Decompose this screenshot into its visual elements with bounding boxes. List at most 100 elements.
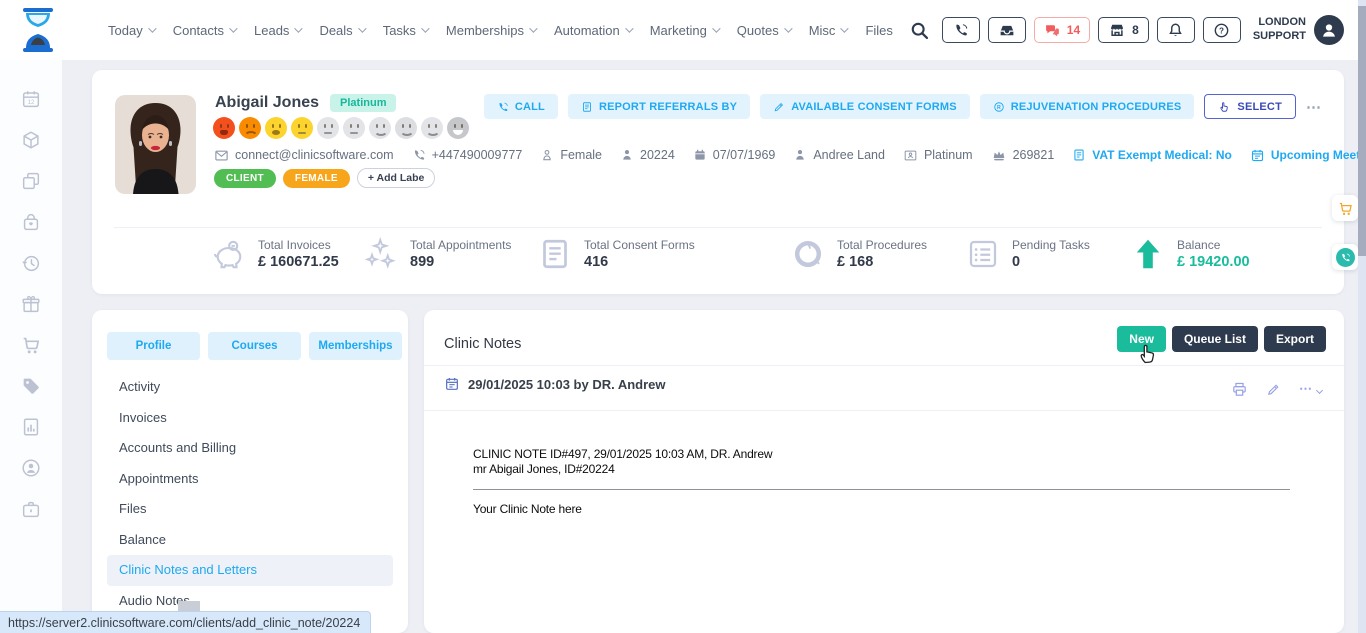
mail-icon (214, 148, 229, 163)
mood-face-icon[interactable] (317, 117, 339, 139)
mood-face-icon[interactable] (421, 117, 443, 139)
nav-item[interactable]: Tasks (383, 23, 427, 38)
registered-icon (993, 101, 1005, 113)
phone-icon (412, 148, 426, 162)
nav-item[interactable]: Memberships (446, 23, 535, 38)
clinicsoftware-logo-icon[interactable] (18, 7, 58, 53)
help-button[interactable] (1203, 17, 1241, 43)
notifications-button[interactable] (1157, 17, 1195, 43)
mood-face-icon[interactable] (213, 117, 235, 139)
cart-icon[interactable] (20, 334, 42, 356)
note-meta-line1: CLINIC NOTE ID#497, 29/01/2025 10:03 AM,… (473, 447, 1290, 462)
nav-item[interactable]: Marketing (650, 23, 718, 38)
nav-item-label: Today (108, 23, 143, 38)
dialer-button[interactable] (942, 17, 980, 43)
nav-item-label: Automation (554, 23, 620, 38)
mood-face-icon[interactable] (343, 117, 365, 139)
nav-item[interactable]: Leads (254, 23, 300, 38)
search-icon[interactable] (909, 20, 930, 41)
mood-face-icon[interactable] (239, 117, 261, 139)
printer-icon[interactable] (1231, 381, 1248, 398)
note-header[interactable]: 29/01/2025 10:03 by DR. Andrew (444, 376, 666, 392)
copy-icon[interactable] (20, 170, 42, 192)
inbox-button[interactable] (988, 17, 1026, 43)
queue-list-button[interactable]: Queue List (1172, 326, 1258, 352)
note-header-label: 29/01/2025 10:03 by DR. Andrew (468, 377, 666, 392)
vat-exempt-link[interactable]: VAT Exempt Medical: No (1072, 148, 1232, 162)
mood-face-icon[interactable] (447, 117, 469, 139)
nav-item[interactable]: Automation (554, 23, 631, 38)
sidebar-tab[interactable]: Memberships (309, 332, 402, 360)
select-button[interactable]: SELECT (1204, 94, 1296, 119)
mood-face-icon[interactable] (291, 117, 313, 139)
vertical-scrollbar[interactable] (1358, 0, 1366, 633)
chat-button[interactable]: 14 (1034, 17, 1090, 43)
nav-item-label: Leads (254, 23, 289, 38)
new-note-button[interactable]: New (1117, 326, 1166, 352)
sidebar-menu-item[interactable]: Appointments (107, 464, 393, 495)
sidebar-menu-item[interactable]: Accounts and Billing (107, 433, 393, 464)
store-button[interactable]: 8 (1098, 17, 1149, 43)
report-referrals-button[interactable]: REPORT REFERRALS BY (568, 94, 750, 119)
calendar-icon (1250, 148, 1265, 163)
mood-face-icon[interactable] (369, 117, 391, 139)
nav-item[interactable]: Quotes (737, 23, 790, 38)
nav-item[interactable]: Deals (319, 23, 363, 38)
shopping-bag-icon[interactable] (20, 211, 42, 233)
nav-item[interactable]: Contacts (173, 23, 235, 38)
sidebar-menu-item[interactable]: Invoices (107, 403, 393, 434)
consent-forms-button[interactable]: AVAILABLE CONSENT FORMS (760, 94, 970, 119)
calendar-icon[interactable] (20, 88, 42, 110)
gift-icon[interactable] (20, 293, 42, 315)
patient-details-row: connect@clinicsoftware.com +447490009777… (214, 147, 1366, 163)
mood-face-icon[interactable] (395, 117, 417, 139)
section-title: Clinic Notes (444, 336, 521, 352)
user-clock-icon[interactable] (20, 457, 42, 479)
report-icon[interactable] (20, 416, 42, 438)
sidebar-menu-item[interactable]: Files (107, 494, 393, 525)
note-meta-line2: mr Abigail Jones, ID#20224 (473, 462, 1290, 477)
email-field[interactable]: connect@clinicsoftware.com (214, 148, 394, 163)
more-options-button[interactable]: ⋯ (1306, 98, 1322, 116)
history-icon[interactable] (20, 252, 42, 274)
tag-icon[interactable] (20, 375, 42, 397)
main-nav: Today Contacts Leads Deals (108, 23, 893, 38)
sidebar-menu-item[interactable]: Activity (107, 372, 393, 403)
nav-item[interactable]: Today (108, 23, 154, 38)
quick-cart-button[interactable] (1332, 195, 1358, 221)
profile-actions: CALL REPORT REFERRALS BY AVAILABLE CONSE… (484, 94, 1322, 119)
add-label-button[interactable]: + Add Labe (357, 168, 436, 188)
phone-icon (953, 22, 969, 38)
avatar-icon (1319, 20, 1339, 40)
person-icon (793, 148, 807, 162)
store-count-badge: 8 (1132, 23, 1139, 37)
scrollbar-thumb[interactable] (1358, 6, 1366, 256)
patient-photo (115, 95, 196, 194)
note-more-button[interactable]: ⋯ (1299, 380, 1322, 398)
document-icon (537, 236, 573, 272)
tags-row: CLIENT FEMALE + Add Labe (214, 168, 435, 188)
call-button[interactable]: CALL (484, 94, 558, 119)
quick-call-button[interactable] (1332, 244, 1358, 270)
briefcase-icon[interactable] (20, 498, 42, 520)
upcoming-meetings-link[interactable]: Upcoming Meetings (1250, 148, 1366, 163)
sidebar-menu-item[interactable]: Balance (107, 525, 393, 556)
export-button[interactable]: Export (1264, 326, 1326, 352)
phone-field[interactable]: +447490009777 (412, 148, 523, 162)
user-avatar[interactable] (1314, 15, 1344, 45)
sidebar-tab[interactable]: Profile (107, 332, 200, 360)
chevron-down-icon (229, 24, 237, 32)
sidebar-tab[interactable]: Courses (208, 332, 301, 360)
mood-face-icon[interactable] (265, 117, 287, 139)
nav-item[interactable]: Misc (809, 23, 847, 38)
sidebar-menu-item[interactable]: Clinic Notes and Letters (107, 555, 393, 586)
phone-icon (1340, 252, 1351, 263)
pencil-icon[interactable] (1266, 382, 1281, 397)
clinic-notes-card: Clinic Notes New Queue List Export 29/01… (424, 310, 1344, 633)
profile-sidebar-card: Profile Courses Memberships Activity Invoi… (92, 310, 408, 633)
phone-icon (497, 101, 509, 113)
nav-item[interactable]: Files (865, 23, 892, 38)
cart-icon (1337, 200, 1354, 217)
rejuvenation-procedures-button[interactable]: REJUVENATION PROCEDURES (980, 94, 1195, 119)
package-icon[interactable] (20, 129, 42, 151)
